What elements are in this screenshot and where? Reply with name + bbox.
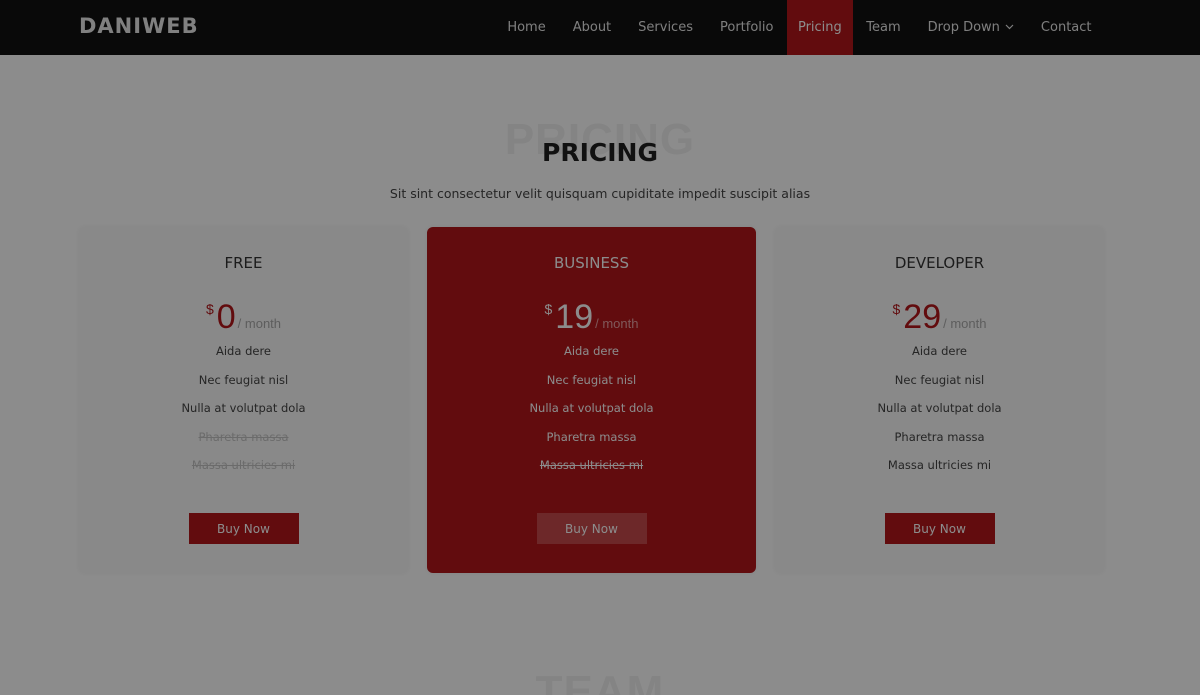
dim-overlay[interactable] <box>0 0 1200 695</box>
